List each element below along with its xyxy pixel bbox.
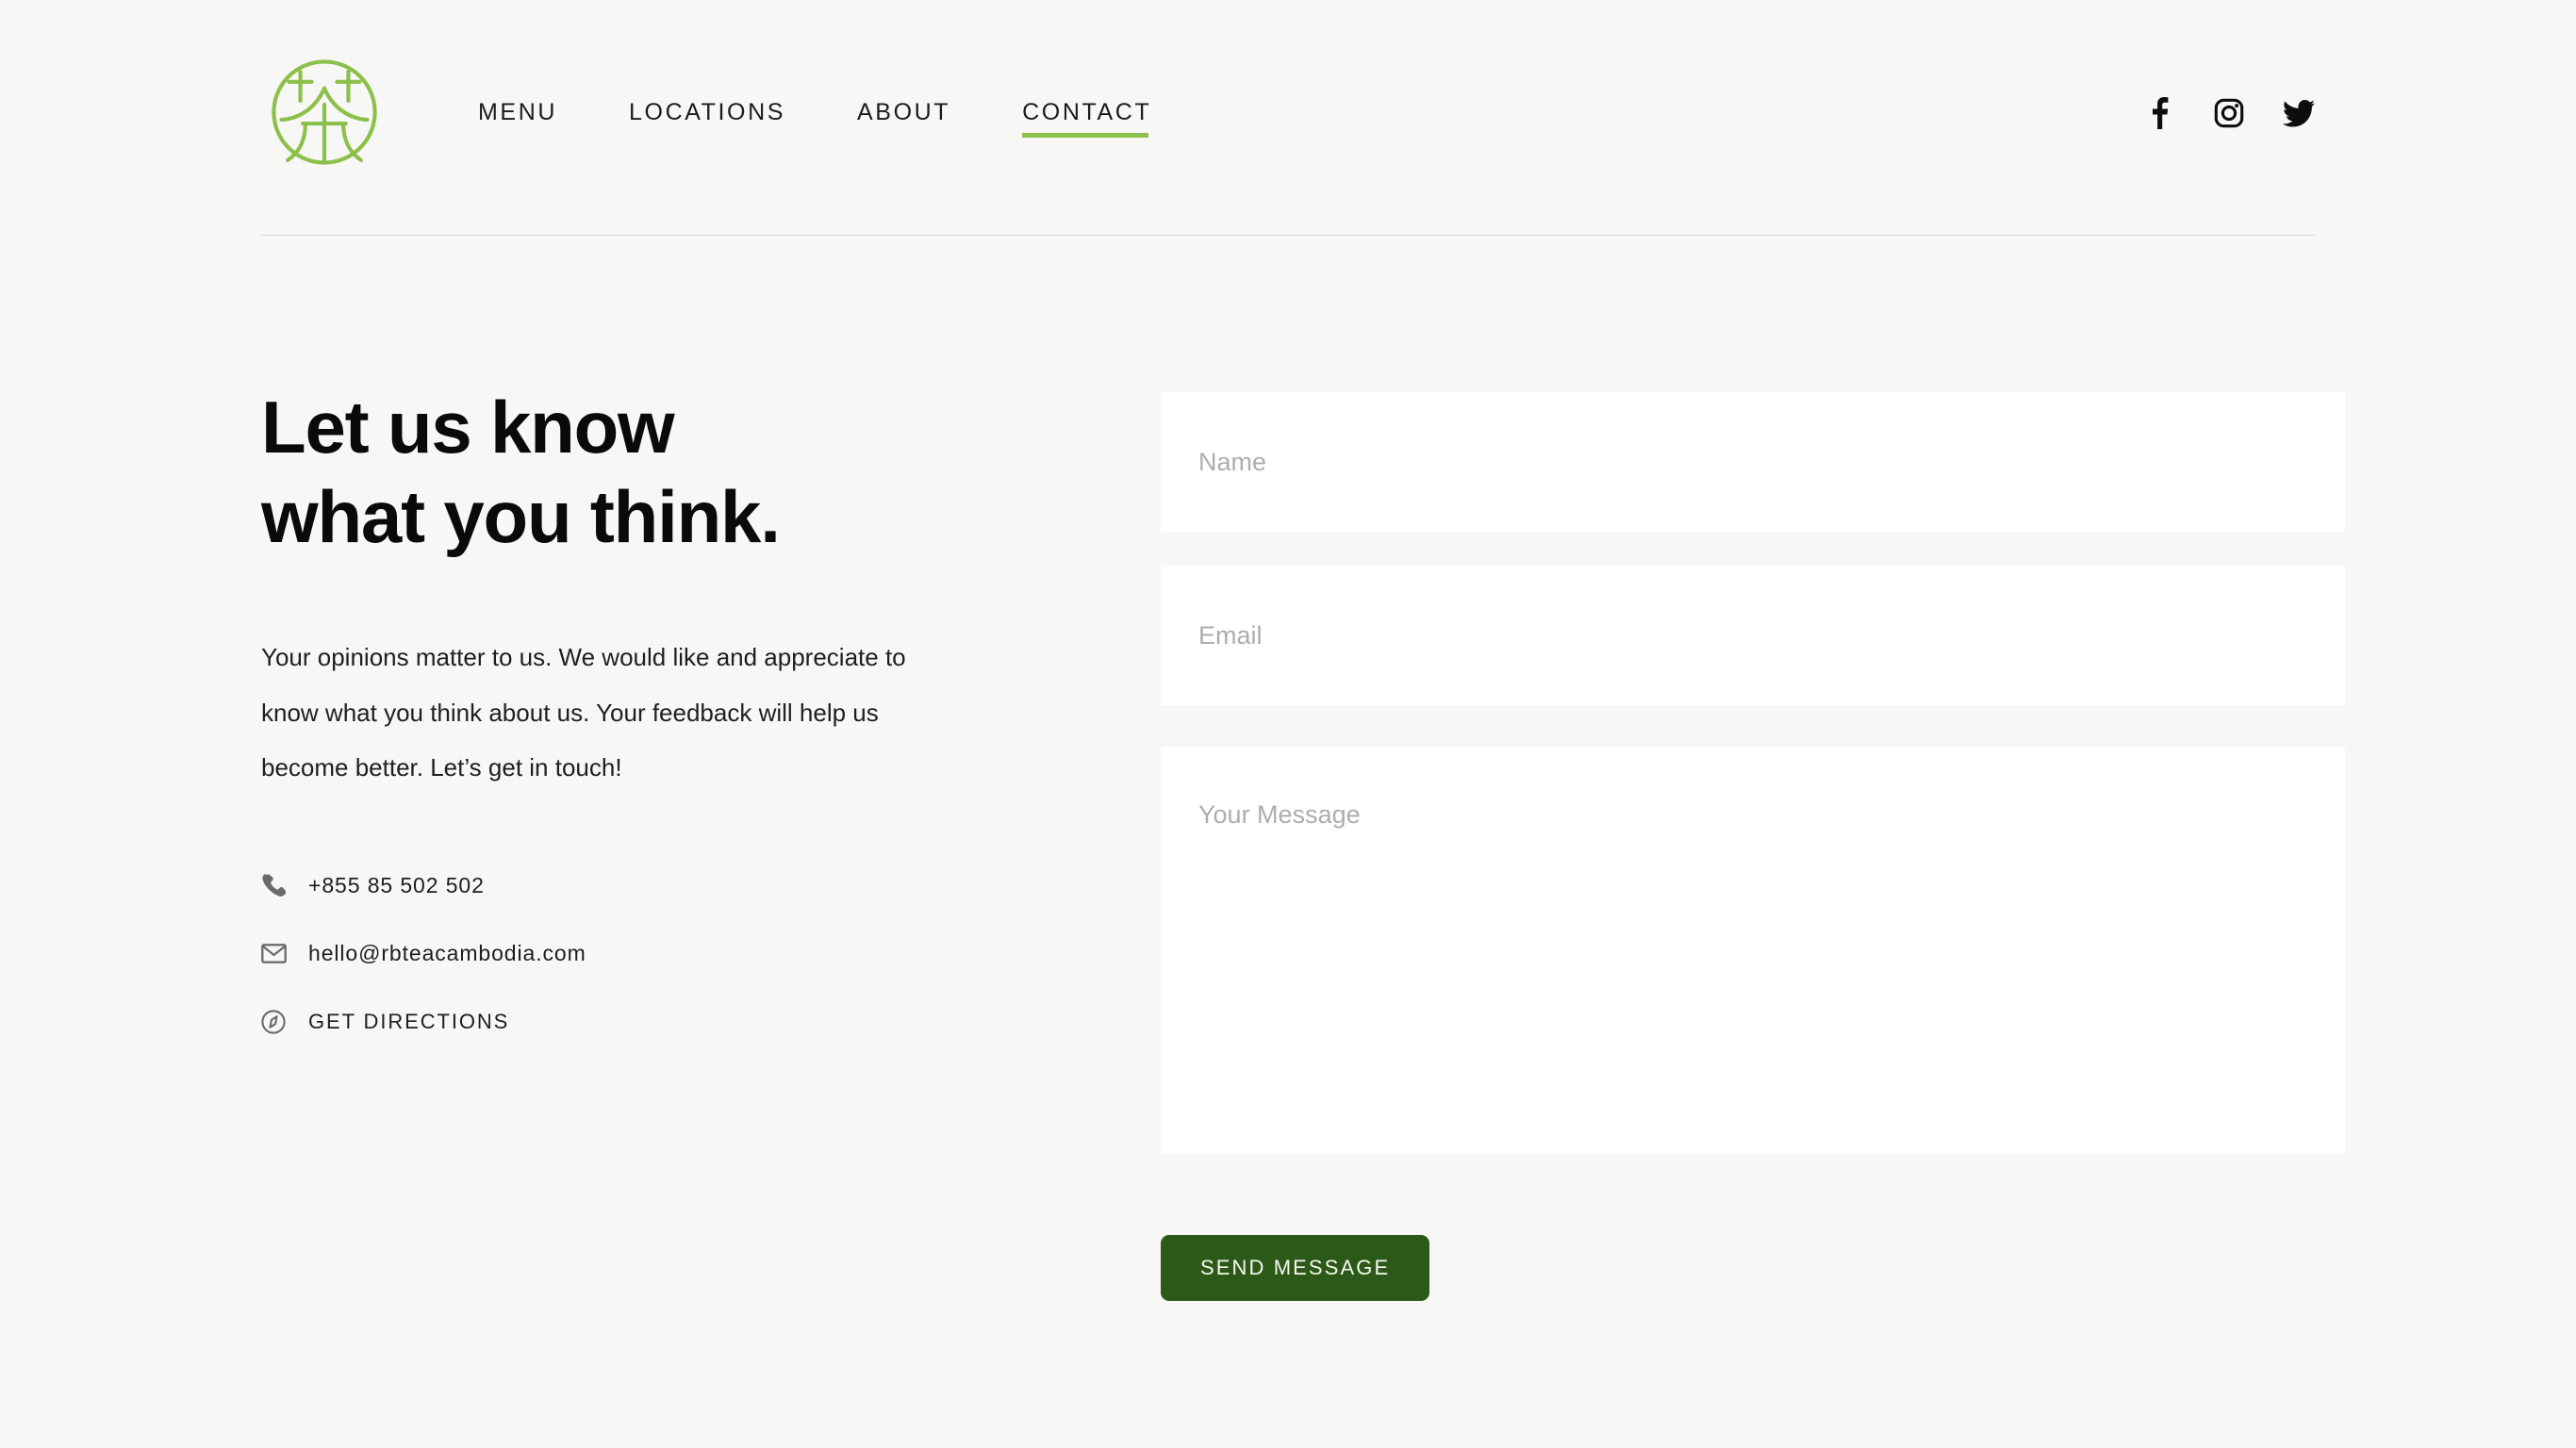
contact-info-column: Let us know what you think. Your opinion… — [261, 237, 1129, 1056]
phone-icon — [261, 873, 308, 898]
contact-form: SEND MESSAGE — [1161, 392, 2345, 1301]
social-links — [2143, 97, 2315, 129]
contact-details-list: +855 85 502 502 hello@rbteacambodia.com — [261, 852, 1129, 1056]
page-content: Let us know what you think. Your opinion… — [261, 237, 2345, 1301]
compass-icon — [261, 1010, 308, 1034]
facebook-icon — [2153, 97, 2169, 129]
page-title-line-2: what you think. — [261, 475, 781, 559]
message-textarea[interactable] — [1161, 747, 2345, 1154]
contact-email-text[interactable]: hello@rbteacambodia.com — [308, 941, 586, 966]
email-input[interactable] — [1161, 566, 2345, 705]
header-inner: MENU LOCATIONS ABOUT CONTACT — [261, 0, 2315, 237]
nav-item-about[interactable]: ABOUT — [857, 93, 950, 138]
contact-page: MENU LOCATIONS ABOUT CONTACT Let us know… — [0, 0, 2576, 1448]
site-header: MENU LOCATIONS ABOUT CONTACT — [261, 0, 2315, 237]
twitter-link[interactable] — [2283, 97, 2315, 129]
contact-directions-text[interactable]: GET DIRECTIONS — [308, 1010, 509, 1034]
page-title-line-1: Let us know — [261, 386, 675, 469]
nav-item-contact[interactable]: CONTACT — [1022, 93, 1151, 138]
page-title: Let us know what you think. — [261, 383, 978, 562]
intro-paragraph: Your opinions matter to us. We would lik… — [261, 643, 906, 782]
header-divider — [261, 235, 2315, 236]
contact-form-column: SEND MESSAGE — [1129, 237, 2345, 1301]
facebook-link[interactable] — [2143, 97, 2175, 129]
contact-phone-row: +855 85 502 502 — [261, 852, 1129, 920]
nav-item-locations[interactable]: LOCATIONS — [629, 93, 785, 138]
nav-item-menu[interactable]: MENU — [478, 93, 557, 138]
twitter-icon — [2283, 99, 2315, 126]
site-logo[interactable] — [261, 49, 388, 175]
send-message-button[interactable]: SEND MESSAGE — [1161, 1235, 1430, 1301]
main-navigation: MENU LOCATIONS ABOUT CONTACT — [478, 93, 1151, 138]
contact-phone-text[interactable]: +855 85 502 502 — [308, 873, 485, 898]
contact-directions-row: GET DIRECTIONS — [261, 988, 1129, 1056]
instagram-link[interactable] — [2213, 97, 2245, 129]
tea-circle-logo-icon — [272, 58, 377, 165]
name-input[interactable] — [1161, 392, 2345, 532]
instagram-icon — [2214, 98, 2244, 128]
envelope-icon — [261, 944, 308, 964]
contact-email-row: hello@rbteacambodia.com — [261, 920, 1129, 988]
